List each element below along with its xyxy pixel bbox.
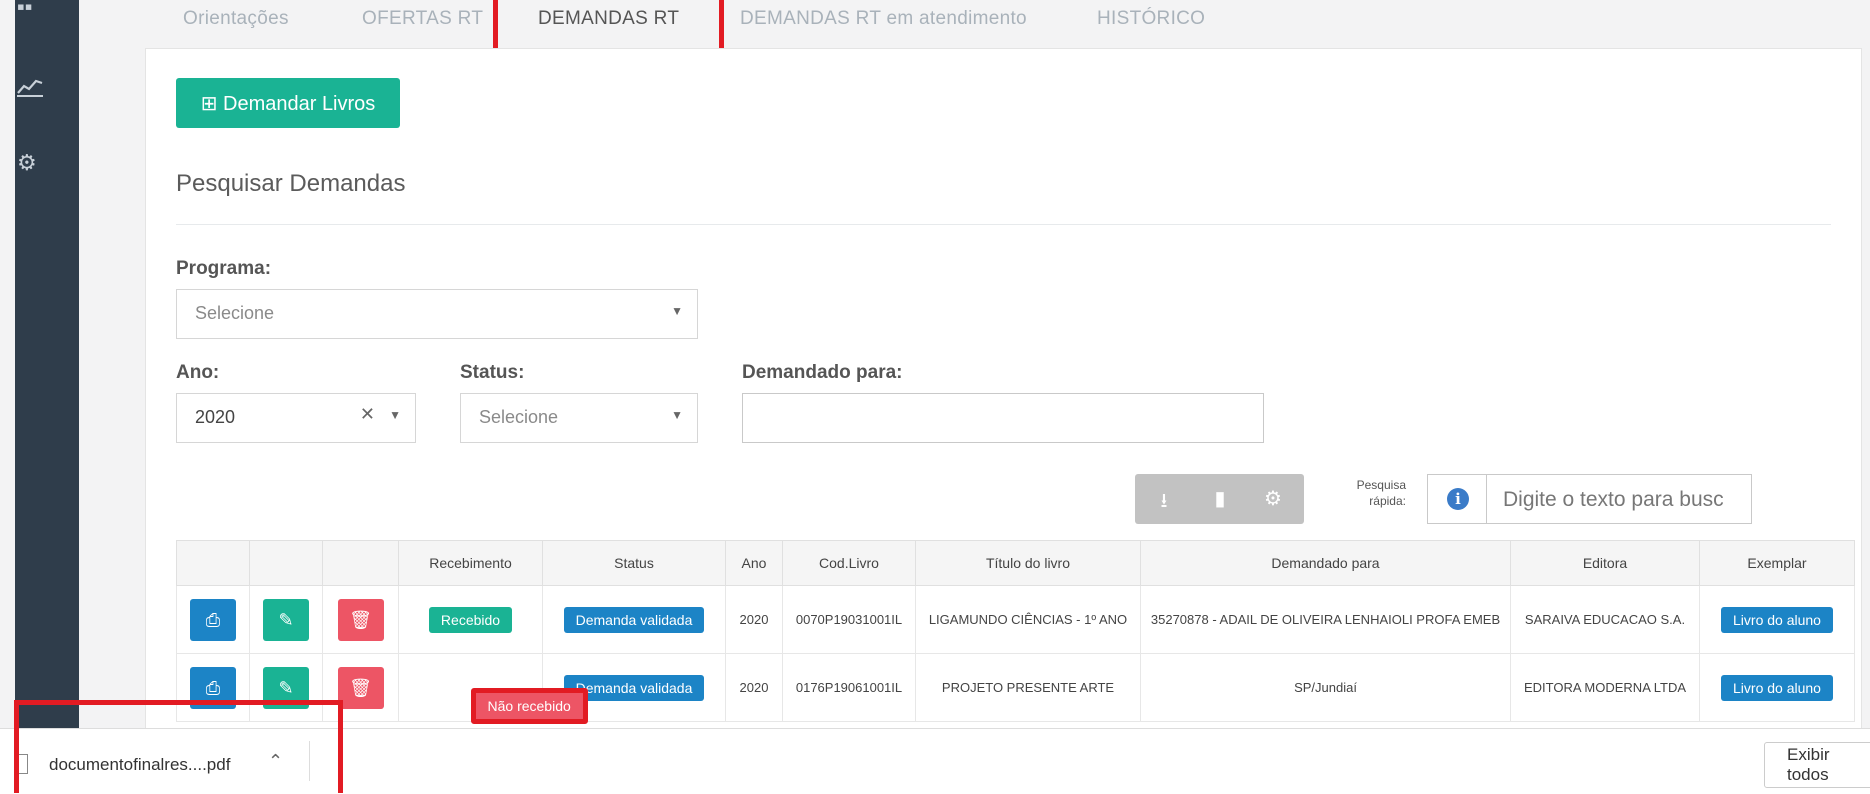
dashboard-icon[interactable]: ▪▪ [17, 0, 43, 20]
chevron-down-icon: ▼ [671, 408, 683, 422]
status-select[interactable]: Selecione ▼ [460, 393, 698, 443]
cell-demandado: SP/Jundiaí [1140, 653, 1511, 722]
cell-ano: 2020 [725, 653, 783, 722]
cell-cod: 0070P19031001IL [782, 585, 916, 654]
col-header-ano: Ano [725, 540, 783, 586]
demandas-table: Recebimento Status Ano Cod.Livro Título … [176, 540, 1855, 724]
tab-bar: Orientações OFERTAS RT DEMANDAS RT DEMAN… [145, 0, 1860, 48]
gear-icon[interactable]: ⚙ [1262, 486, 1284, 510]
table-header-row: Recebimento Status Ano Cod.Livro Título … [176, 540, 1855, 586]
col-header-recebimento: Recebimento [398, 540, 543, 586]
tab-historico[interactable]: HISTÓRICO [1097, 8, 1205, 30]
status-select-value: Selecione [479, 407, 559, 427]
clear-icon[interactable]: ✕ [360, 404, 375, 425]
chevron-down-icon: ▼ [671, 304, 683, 318]
table-row: ⎙ ✎ 🗑 Não recebido Demanda validada 2020… [176, 653, 1855, 724]
demandado-label: Demandado para: [742, 362, 903, 383]
edit-icon[interactable]: ✎ [263, 598, 309, 641]
quick-search: i Digite o texto para busc [1427, 474, 1752, 524]
cell-ano: 2020 [725, 585, 783, 654]
sidebar: ▪▪ ⚙ [15, 0, 79, 728]
pdf-icon[interactable]: ⎙ [190, 598, 236, 641]
programa-label: Programa: [176, 258, 272, 279]
cell-editora: SARAIVA EDUCACAO S.A. [1510, 585, 1700, 654]
programa-select-value: Selecione [195, 303, 275, 323]
settings-icon[interactable]: ⚙ [17, 150, 43, 176]
exemplar-badge[interactable]: Livro do aluno [1721, 674, 1833, 701]
chart-icon[interactable] [17, 76, 43, 102]
tab-ofertas-rt[interactable]: OFERTAS RT [362, 8, 483, 30]
ano-select-value: 2020 [195, 407, 236, 427]
col-header-exemplar: Exemplar [1699, 540, 1855, 586]
exemplar-badge[interactable]: Livro do aluno [1721, 606, 1833, 633]
tab-demandas-rt-atendimento[interactable]: DEMANDAS RT em atendimento [740, 8, 1027, 30]
trash-icon[interactable]: 🗑 [337, 666, 384, 709]
quick-search-input[interactable]: Digite o texto para busc [1503, 488, 1748, 512]
show-all-button[interactable]: Exibir todos [1764, 742, 1870, 788]
divider [176, 224, 1831, 225]
download-icon[interactable]: ⭳ [1153, 486, 1175, 512]
ano-label: Ano: [176, 362, 220, 383]
cell-demandado: 35270878 - ADAIL DE OLIVEIRA LENHAIOLI P… [1140, 585, 1511, 654]
recebimento-badge: Não recebido [470, 687, 588, 724]
file-icon[interactable]: ▮ [1209, 486, 1231, 510]
chevron-down-icon: ▼ [389, 408, 401, 422]
tab-orientacoes[interactable]: Orientações [183, 8, 289, 30]
status-label: Status: [460, 362, 525, 383]
quick-search-label: Pesquisa rápida: [1356, 478, 1406, 508]
status-badge: Demanda validada [563, 606, 705, 633]
col-header-demandado: Demandado para [1140, 540, 1511, 586]
cell-titulo: PROJETO PRESENTE ARTE [915, 653, 1141, 722]
highlight-box-download [14, 700, 343, 793]
col-header-editora: Editora [1510, 540, 1700, 586]
info-button[interactable]: i [1428, 475, 1487, 523]
table-toolbar: ⭳ ▮ ⚙ [1135, 474, 1304, 524]
col-header-cod: Cod.Livro [782, 540, 916, 586]
demandado-input[interactable] [742, 393, 1264, 443]
programa-select[interactable]: Selecione ▼ [176, 289, 698, 339]
info-icon: i [1447, 488, 1469, 510]
ano-select[interactable]: 2020 ✕ ▼ [176, 393, 416, 443]
cell-editora: EDITORA MODERNA LTDA [1510, 653, 1700, 722]
col-header-status: Status [542, 540, 726, 586]
col-header [176, 540, 250, 586]
table-row: ⎙ ✎ 🗑 Recebido Demanda validada 2020 007… [176, 585, 1855, 654]
col-header [249, 540, 323, 586]
recebimento-badge: Recebido [428, 606, 513, 633]
section-title: Pesquisar Demandas [176, 170, 406, 197]
trash-icon[interactable]: 🗑 [337, 598, 384, 641]
col-header [322, 540, 399, 586]
cell-cod: 0176P19061001IL [782, 653, 916, 722]
cell-titulo: LIGAMUNDO CIÊNCIAS - 1º ANO [915, 585, 1141, 654]
demandar-livros-button[interactable]: ⊞ Demandar Livros [176, 78, 400, 128]
col-header-titulo: Título do livro [915, 540, 1141, 586]
